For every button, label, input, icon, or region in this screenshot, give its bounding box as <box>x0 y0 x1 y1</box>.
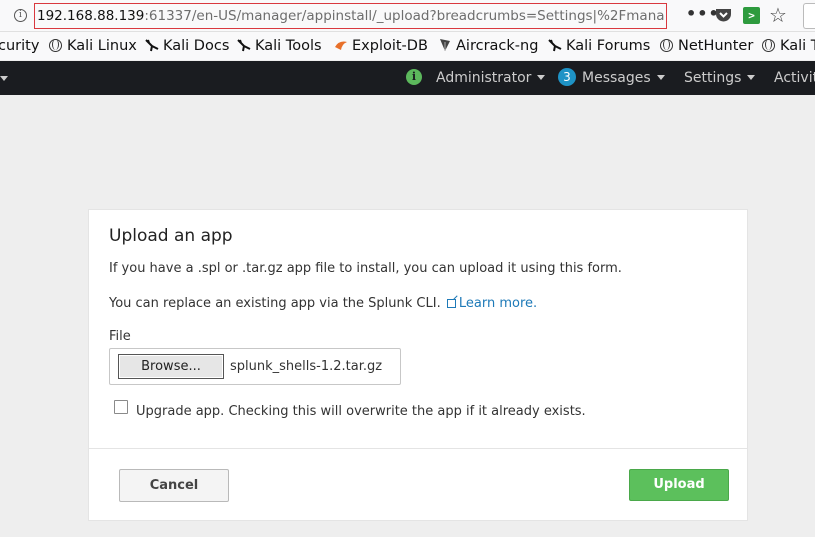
cancel-button[interactable]: Cancel <box>119 469 229 502</box>
globe-icon <box>762 39 775 52</box>
app-menu-caret-icon[interactable] <box>0 76 8 81</box>
pocket-icon[interactable] <box>715 7 732 23</box>
bookmark-star-icon[interactable]: ☆ <box>769 4 787 26</box>
bookmark-kali-forums[interactable]: Kali Forums <box>548 32 650 60</box>
nav-settings[interactable]: Settings <box>684 61 756 95</box>
nav-messages-label: Messages <box>582 70 651 86</box>
cli-text: You can replace an existing app via the … <box>109 296 441 311</box>
bookmark-label: Kali T <box>780 38 815 54</box>
bookmark-label: Exploit-DB <box>352 38 428 54</box>
learn-more-label: Learn more. <box>458 296 538 311</box>
upload-button[interactable]: Upload <box>629 469 729 501</box>
extension-icon[interactable]: > <box>743 7 760 24</box>
bookmark-label: Kali Tools <box>255 38 322 54</box>
upgrade-app-checkbox[interactable] <box>114 400 128 414</box>
browser-menu-button[interactable] <box>803 3 815 29</box>
bookmark-label: Kali Linux <box>67 38 137 54</box>
bookmarks-toolbar: curity Kali Linux Kali Docs Kali Tools E… <box>0 32 815 60</box>
kali-dragon-icon <box>145 34 159 52</box>
globe-icon <box>660 39 673 52</box>
nav-messages[interactable]: 3 Messages <box>558 61 665 95</box>
nav-activity[interactable]: Activity <box>774 61 815 95</box>
file-field-label: File <box>109 329 131 344</box>
nav-settings-label: Settings <box>684 70 742 86</box>
kali-dragon-icon <box>548 34 562 52</box>
external-link-icon <box>446 299 456 308</box>
bookmark-kali-docs[interactable]: Kali Docs <box>145 32 229 60</box>
bookmark-label: Kali Docs <box>163 38 230 54</box>
browser-toolbar: i 192.168.88.139:61337/en-US/manager/app… <box>0 0 815 32</box>
chevron-down-icon <box>537 75 546 80</box>
selected-file-name: splunk_shells-1.2.tar.gz <box>230 359 383 374</box>
bookmark-nethunter[interactable]: NetHunter <box>660 32 753 60</box>
bookmark-label: curity <box>0 38 40 54</box>
bookmark-label: Aircrack-ng <box>456 38 539 54</box>
health-status-icon[interactable]: i <box>406 69 422 85</box>
bookmark-aircrack[interactable]: Aircrack-ng <box>438 32 538 60</box>
chevron-down-icon <box>747 75 756 80</box>
dialog-title: Upload an app <box>109 226 233 246</box>
footer-divider <box>89 448 747 449</box>
nav-activity-label: Activity <box>774 70 815 86</box>
bookmark-exploit-db[interactable]: Exploit-DB <box>334 32 428 60</box>
upload-app-dialog: Upload an app If you have a .spl or .tar… <box>88 209 748 521</box>
url-host: 192.168.88.139 <box>37 8 145 24</box>
nav-administrator-label: Administrator <box>436 70 532 86</box>
upgrade-app-label[interactable]: Upgrade app. Checking this will overwrit… <box>136 404 586 419</box>
splunk-top-nav: i Administrator 3 Messages Settings Activ… <box>0 61 815 95</box>
nav-administrator[interactable]: Administrator <box>436 61 546 95</box>
bookmark-kali-training[interactable]: Kali T <box>762 32 815 60</box>
learn-more-link[interactable]: Learn more. <box>445 296 537 311</box>
aircrack-icon <box>438 34 451 51</box>
address-bar[interactable]: 192.168.88.139:61337/en-US/manager/appin… <box>34 3 667 29</box>
site-info-icon[interactable]: i <box>14 9 27 22</box>
kali-dragon-icon <box>237 34 251 52</box>
browse-button[interactable]: Browse... <box>118 354 224 379</box>
cli-text-line: You can replace an existing app via the … <box>109 296 537 311</box>
messages-count-badge: 3 <box>558 68 576 86</box>
globe-icon <box>49 39 62 52</box>
bookmark-kali-tools[interactable]: Kali Tools <box>237 32 322 60</box>
bookmark-label: Kali Forums <box>566 38 651 54</box>
url-path: :61337/en-US/manager/appinstall/_upload?… <box>144 8 665 24</box>
bookmark-security[interactable]: curity <box>0 32 39 60</box>
intro-text: If you have a .spl or .tar.gz app file t… <box>109 261 622 276</box>
file-input[interactable]: Browse... splunk_shells-1.2.tar.gz <box>109 348 401 385</box>
exploitdb-icon <box>334 34 347 50</box>
bookmark-label: NetHunter <box>678 38 754 54</box>
chevron-down-icon <box>656 75 665 80</box>
bookmark-kali-linux[interactable]: Kali Linux <box>49 32 137 60</box>
